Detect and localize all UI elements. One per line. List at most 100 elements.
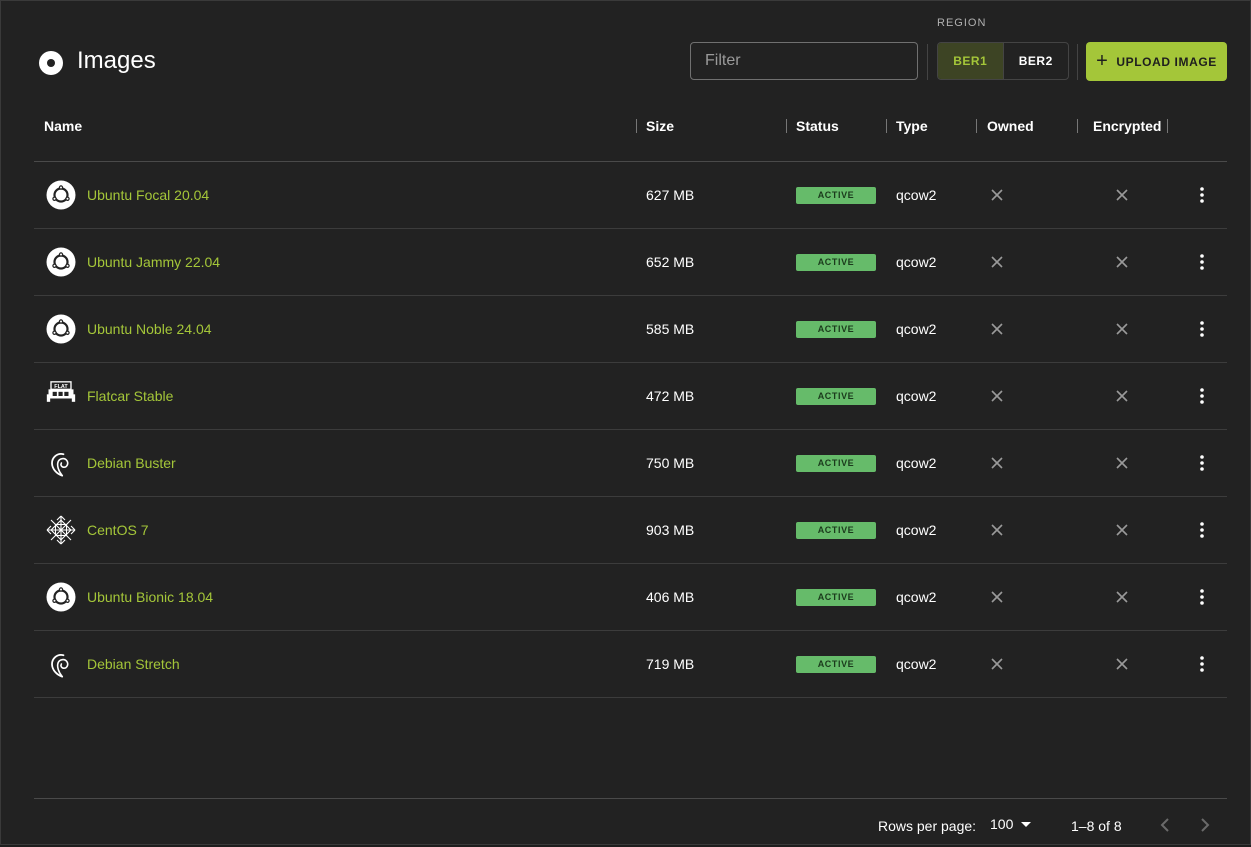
plus-icon: + — [1096, 49, 1109, 72]
status-badge: ACTIVE — [796, 454, 876, 472]
region-option-ber1[interactable]: BER1 — [938, 43, 1004, 79]
column-header-size[interactable]: Size — [646, 118, 674, 134]
image-name-link[interactable]: Debian Stretch — [87, 656, 180, 672]
upload-image-button[interactable]: + UPLOAD IMAGE — [1086, 42, 1227, 81]
image-name-link[interactable]: Debian Buster — [87, 455, 176, 471]
close-icon — [1115, 456, 1129, 470]
image-type: qcow2 — [896, 321, 937, 337]
more-vert-icon[interactable] — [1192, 319, 1212, 339]
close-icon — [990, 657, 1004, 671]
images-panel: Images REGION BER1 BER2 + UPLOAD IMAGE N… — [0, 0, 1251, 845]
region-option-ber2[interactable]: BER2 — [1004, 43, 1069, 79]
column-resize-handle[interactable] — [786, 119, 787, 133]
previous-page-button[interactable] — [1153, 813, 1177, 837]
image-name-link[interactable]: Ubuntu Focal 20.04 — [87, 187, 209, 203]
rows-per-page-label: Rows per page: — [878, 818, 977, 834]
close-icon — [990, 188, 1004, 202]
region-toggle: BER1 BER2 — [937, 42, 1069, 80]
more-vert-icon[interactable] — [1192, 453, 1212, 473]
more-vert-icon[interactable] — [1192, 587, 1212, 607]
rows-per-page-value: 100 — [990, 816, 1014, 832]
image-size: 903 MB — [646, 522, 695, 538]
table-row[interactable]: Ubuntu Bionic 18.04 406 MB ACTIVE qcow2 — [34, 564, 1227, 631]
column-resize-handle[interactable] — [1077, 119, 1078, 133]
ubuntu-icon — [46, 247, 76, 277]
image-type: qcow2 — [896, 522, 937, 538]
status-badge: ACTIVE — [796, 387, 876, 405]
divider — [1077, 44, 1078, 80]
status-badge: ACTIVE — [796, 186, 876, 204]
close-icon — [1115, 389, 1129, 403]
more-vert-icon[interactable] — [1192, 654, 1212, 674]
image-type: qcow2 — [896, 254, 937, 270]
more-vert-icon[interactable] — [1192, 185, 1212, 205]
debian-icon — [46, 448, 76, 478]
column-resize-handle[interactable] — [1167, 119, 1168, 133]
image-type: qcow2 — [896, 388, 937, 404]
close-icon — [1115, 523, 1129, 537]
table-row[interactable]: Debian Buster 750 MB ACTIVE qcow2 — [34, 430, 1227, 497]
close-icon — [990, 523, 1004, 537]
centos-icon — [46, 515, 76, 545]
close-icon — [990, 255, 1004, 269]
pagination-range: 1–8 of 8 — [1071, 818, 1122, 834]
status-badge: ACTIVE — [796, 588, 876, 606]
image-name-link[interactable]: Ubuntu Bionic 18.04 — [87, 589, 213, 605]
image-size: 719 MB — [646, 656, 695, 672]
column-header-status[interactable]: Status — [796, 118, 839, 134]
table-header: Name Size Status Type Owned Encrypted — [34, 101, 1227, 162]
more-vert-icon[interactable] — [1192, 386, 1212, 406]
table-row[interactable]: Ubuntu Focal 20.04 627 MB ACTIVE qcow2 — [34, 162, 1227, 229]
divider — [927, 44, 928, 80]
table-footer: Rows per page: 100 1–8 of 8 — [34, 798, 1227, 847]
image-size: 472 MB — [646, 388, 695, 404]
image-size: 406 MB — [646, 589, 695, 605]
region-label: REGION — [937, 17, 987, 29]
image-name-link[interactable]: Ubuntu Jammy 22.04 — [87, 254, 220, 270]
table-row[interactable]: FLAT Flatcar Stable 472 MB ACTIVE qcow2 — [34, 363, 1227, 430]
close-icon — [990, 389, 1004, 403]
column-resize-handle[interactable] — [636, 119, 637, 133]
image-name-link[interactable]: CentOS 7 — [87, 522, 148, 538]
image-size: 652 MB — [646, 254, 695, 270]
next-page-button[interactable] — [1193, 813, 1217, 837]
filter-input[interactable] — [690, 42, 918, 80]
ubuntu-icon — [46, 180, 76, 210]
flatcar-icon: FLAT — [46, 381, 76, 411]
table-row[interactable]: Debian Stretch 719 MB ACTIVE qcow2 — [34, 631, 1227, 698]
column-header-type[interactable]: Type — [896, 118, 928, 134]
image-size: 750 MB — [646, 455, 695, 471]
status-badge: ACTIVE — [796, 253, 876, 271]
column-resize-handle[interactable] — [886, 119, 887, 133]
upload-image-label: UPLOAD IMAGE — [1116, 54, 1217, 69]
image-type: qcow2 — [896, 455, 937, 471]
status-badge: ACTIVE — [796, 655, 876, 673]
image-name-link[interactable]: Flatcar Stable — [87, 388, 173, 404]
column-header-name[interactable]: Name — [44, 118, 82, 134]
column-resize-handle[interactable] — [976, 119, 977, 133]
ubuntu-icon — [46, 314, 76, 344]
more-vert-icon[interactable] — [1192, 520, 1212, 540]
close-icon — [1115, 188, 1129, 202]
debian-icon — [46, 649, 76, 679]
image-name-link[interactable]: Ubuntu Noble 24.04 — [87, 321, 212, 337]
table-row[interactable]: CentOS 7 903 MB ACTIVE qcow2 — [34, 497, 1227, 564]
page-title: Images — [77, 47, 156, 74]
page-header: Images REGION BER1 BER2 + UPLOAD IMAGE — [1, 1, 1251, 101]
rows-per-page-select[interactable]: 100 — [990, 816, 1032, 832]
image-type: qcow2 — [896, 187, 937, 203]
image-type: qcow2 — [896, 656, 937, 672]
close-icon — [1115, 657, 1129, 671]
image-type: qcow2 — [896, 589, 937, 605]
ubuntu-icon — [46, 582, 76, 612]
table-row[interactable]: Ubuntu Noble 24.04 585 MB ACTIVE qcow2 — [34, 296, 1227, 363]
column-header-owned[interactable]: Owned — [987, 118, 1034, 134]
more-vert-icon[interactable] — [1192, 252, 1212, 272]
caret-down-icon — [1021, 821, 1032, 827]
close-icon — [1115, 590, 1129, 604]
image-size: 627 MB — [646, 187, 695, 203]
close-icon — [990, 322, 1004, 336]
svg-text:FLAT: FLAT — [54, 384, 68, 390]
column-header-encrypted[interactable]: Encrypted — [1093, 118, 1161, 134]
table-row[interactable]: Ubuntu Jammy 22.04 652 MB ACTIVE qcow2 — [34, 229, 1227, 296]
